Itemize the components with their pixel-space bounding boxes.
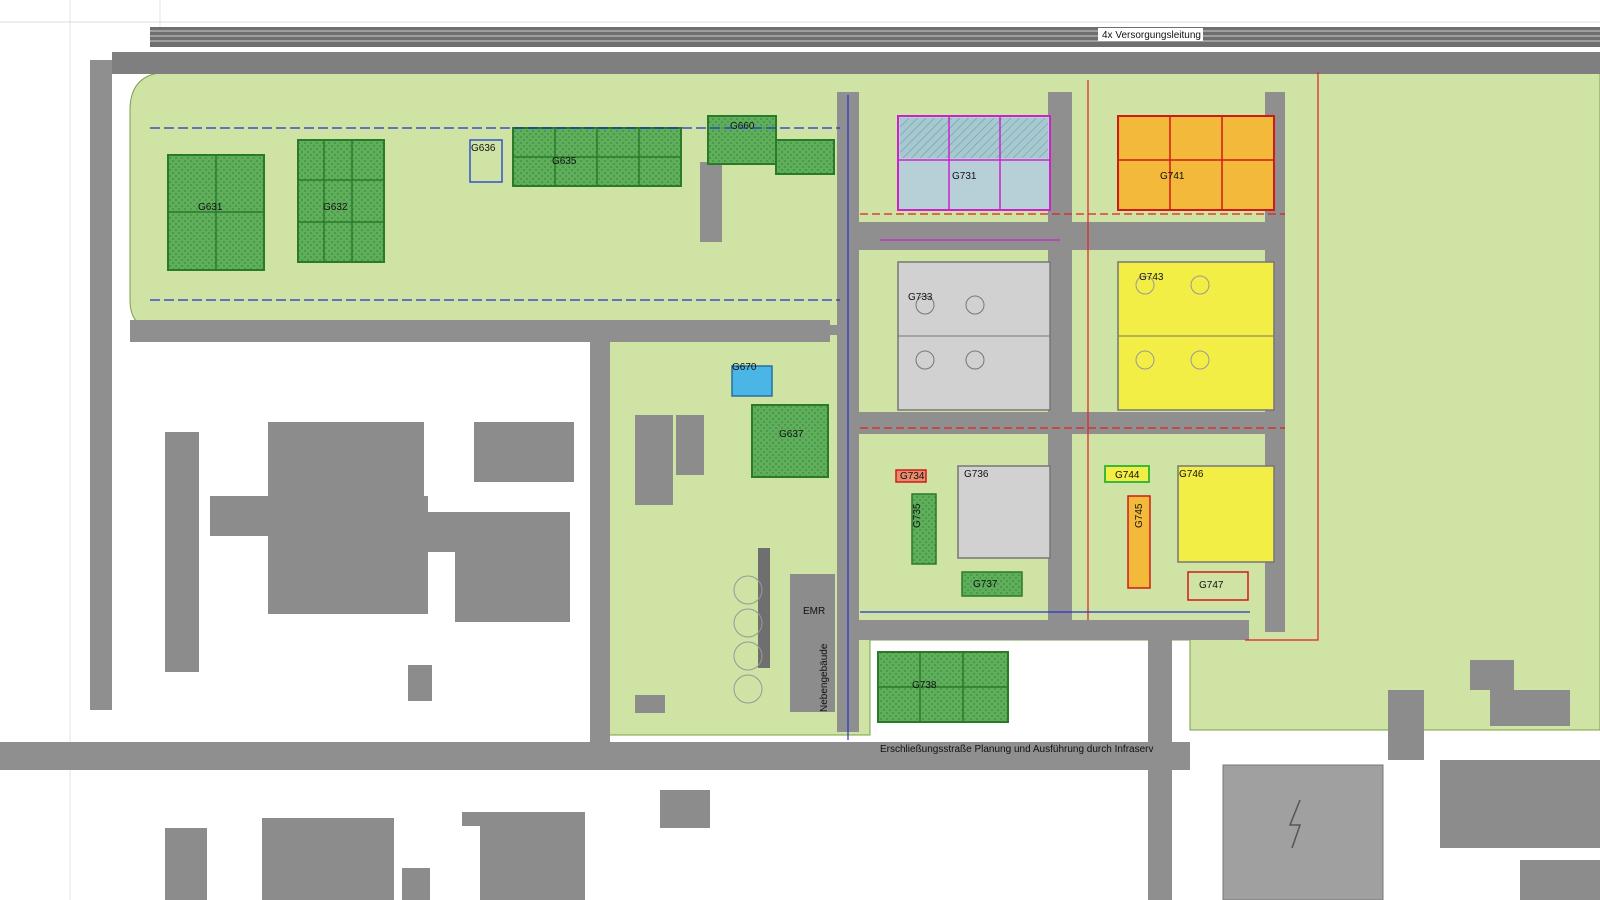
- block-label: G637: [779, 429, 804, 440]
- block-label: G731: [952, 171, 977, 182]
- block-G745[interactable]: G745: [1127, 495, 1151, 589]
- pipeline-label: 4x Versorgungsleitung: [1102, 30, 1201, 41]
- block-G735[interactable]: G735: [911, 493, 937, 565]
- emr-label: EMR: [803, 606, 825, 617]
- block-G744[interactable]: G744: [1104, 465, 1150, 483]
- block-label: G635: [552, 156, 577, 167]
- block-G637[interactable]: G637: [751, 404, 829, 478]
- block-label: G670: [732, 362, 757, 373]
- block-label: G631: [198, 202, 223, 213]
- block-G632[interactable]: G632: [297, 139, 385, 263]
- block-label: G737: [973, 579, 998, 590]
- block-label: G745: [1134, 503, 1145, 528]
- pipeline-corridor: 4x Versorgungsleitung: [150, 27, 1600, 47]
- block-label: G660: [730, 121, 755, 132]
- block-label: G735: [912, 503, 923, 528]
- access-road-label: Erschließungsstraße Planung und Ausführu…: [880, 744, 1154, 755]
- nebengebaeude-label: Nebengebäude: [819, 643, 830, 712]
- block-label: G733: [908, 292, 933, 303]
- block-G670[interactable]: G670: [731, 362, 773, 397]
- block-label: G744: [1115, 470, 1140, 481]
- block-label: G741: [1160, 171, 1185, 182]
- block-G738[interactable]: G738: [877, 651, 1009, 723]
- block-G741[interactable]: G741: [1117, 115, 1275, 211]
- block-G737[interactable]: G737: [961, 571, 1023, 597]
- block-G731[interactable]: G731: [897, 115, 1051, 211]
- block-label: G738: [912, 680, 937, 691]
- block-G635[interactable]: G635: [512, 127, 682, 187]
- block-label: G734: [900, 471, 925, 482]
- block-G631[interactable]: G631: [167, 154, 265, 271]
- block-G733[interactable]: G733: [897, 261, 1051, 411]
- site-plan-map: 4x Versorgungsleitung EMR Nebengebäude G…: [0, 0, 1600, 900]
- block-G743[interactable]: G743: [1117, 261, 1275, 411]
- block-label: G743: [1139, 272, 1164, 283]
- block-label: G632: [323, 202, 348, 213]
- block-label: G746: [1179, 469, 1204, 480]
- block-G734[interactable]: G734: [895, 469, 927, 483]
- transformer-yard: [1222, 764, 1384, 900]
- block-G736[interactable]: G736: [957, 465, 1051, 559]
- block-label: G736: [964, 469, 989, 480]
- block-label: G747: [1199, 580, 1224, 591]
- block-G746[interactable]: G746: [1177, 465, 1275, 563]
- block-label: G636: [471, 143, 496, 154]
